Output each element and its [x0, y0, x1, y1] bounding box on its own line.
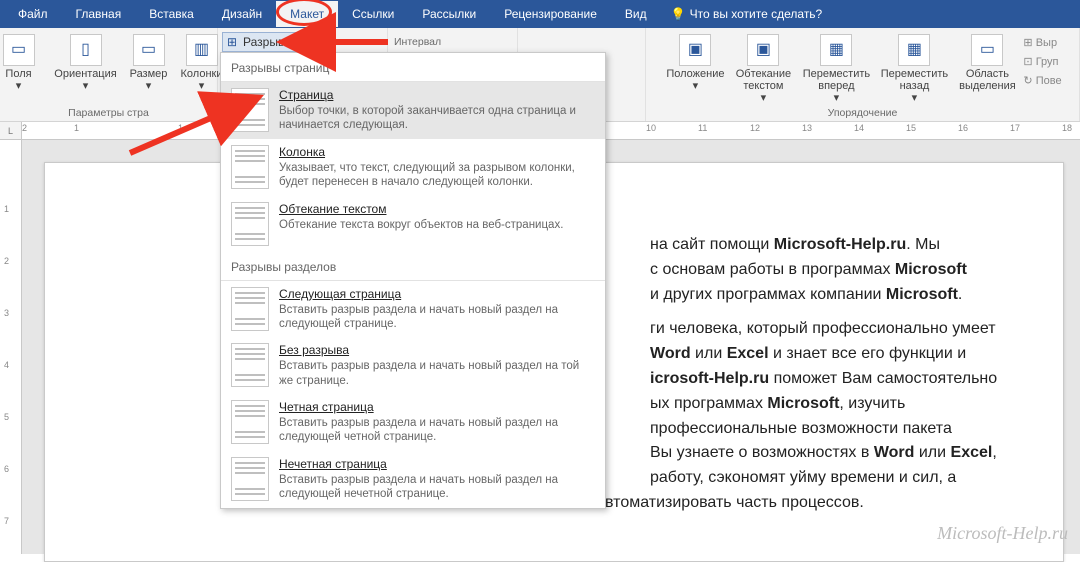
txt: профессиональные возможности пакета	[650, 420, 952, 437]
d: Обтекание текста вокруг объектов на веб-…	[279, 218, 563, 232]
tab-view[interactable]: Вид	[611, 1, 661, 27]
t: Четная страница	[279, 400, 595, 414]
lbl: Обтекание текстом	[731, 68, 795, 92]
tab-file[interactable]: Файл	[4, 1, 62, 27]
txt: Microsoft-Help.ru	[774, 236, 906, 253]
tell-me-label: Что вы хотите сделать?	[690, 7, 823, 21]
group-button[interactable]: ⊡ Груп	[1023, 55, 1061, 68]
chevron-down-icon: ▾	[297, 35, 303, 49]
tab-layout[interactable]: Макет	[276, 1, 338, 27]
txt: работу, сэкономят уйму времени и сил, а	[650, 469, 956, 486]
lbl: Переместить назад	[877, 68, 951, 92]
dropdown-heading-section: Разрывы разделов	[221, 252, 605, 278]
arrange-group-label: Упорядочение	[828, 107, 898, 119]
txt: Excel	[951, 444, 993, 461]
t: Колонка	[279, 145, 595, 159]
align-button[interactable]: ⊞ Выр	[1023, 36, 1061, 49]
txt: Microsoft	[767, 395, 839, 412]
section-icon	[231, 400, 269, 444]
rotate-button[interactable]: ↻ Пове	[1023, 74, 1061, 87]
break-page[interactable]: Страница Выбор точки, в которой заканчива…	[221, 82, 605, 139]
lightbulb-icon: 💡	[671, 7, 686, 21]
break-column[interactable]: Колонка Указывает, что текст, следующий з…	[221, 139, 605, 196]
ribbon-tabs: Файл Главная Вставка Дизайн Макет Ссылки…	[0, 0, 1080, 28]
txt: поможет Вам самостоятельно	[769, 370, 997, 387]
tab-mailings[interactable]: Рассылки	[408, 1, 490, 27]
section-icon	[231, 343, 269, 387]
txt: Microsoft	[886, 286, 958, 303]
lbl: Область выделения	[955, 68, 1019, 92]
t: Обтекание текстом	[279, 202, 563, 216]
spacing-group-label: Интервал	[394, 36, 441, 48]
t: Страница	[279, 88, 595, 102]
lbl: Поля	[5, 68, 31, 80]
annotation-arrow-1	[318, 30, 388, 59]
t: Следующая страница	[279, 287, 595, 301]
txt: ги человека, который профессионально уме…	[650, 320, 996, 337]
lbl: Колонки	[181, 68, 223, 80]
wrap-text-button[interactable]: ▣Обтекание текстом▾	[731, 32, 795, 104]
t: Без разрыва	[279, 343, 595, 357]
d: Указывает, что текст, следующий за разры…	[279, 161, 595, 190]
t: Нечетная страница	[279, 457, 595, 471]
orientation-button[interactable]: ▯Ориентация▾	[51, 32, 121, 92]
vertical-ruler[interactable]: 1234567	[0, 122, 22, 554]
txt: и знает все его функции и	[769, 345, 967, 362]
section-odd-page[interactable]: Нечетная страница Вставить разрыв раздела…	[221, 451, 605, 508]
d: Вставить разрыв раздела и начать новый р…	[279, 303, 595, 332]
wrap-break-icon	[231, 202, 269, 246]
txt: и других программах компании	[650, 286, 886, 303]
size-button[interactable]: ▭Размер▾	[125, 32, 173, 92]
txt: Word	[650, 345, 691, 362]
section-icon	[231, 287, 269, 331]
section-continuous[interactable]: Без разрыва Вставить разрыв раздела и нач…	[221, 337, 605, 394]
watermark: Microsoft-Help.ru	[937, 523, 1068, 544]
ruler-corner: L	[0, 122, 22, 140]
tell-me[interactable]: 💡 Что вы хотите сделать?	[671, 7, 823, 21]
breaks-button-label: Разрывы	[243, 35, 293, 49]
tab-insert[interactable]: Вставка	[135, 1, 208, 27]
position-button[interactable]: ▣Положение▾	[663, 32, 727, 104]
annotation-arrow-2	[130, 108, 230, 163]
section-icon	[231, 457, 269, 501]
lbl: Переместить вперед	[799, 68, 873, 92]
txt: или	[914, 444, 950, 461]
tab-home[interactable]: Главная	[62, 1, 136, 27]
breaks-dropdown: Разрывы страниц Страница Выбор точки, в к…	[220, 52, 606, 509]
d: Вставить разрыв раздела и начать новый р…	[279, 473, 595, 502]
txt: или	[691, 345, 727, 362]
txt: Вы узнаете о возможностях в	[650, 444, 874, 461]
lbl: Размер	[130, 68, 168, 80]
section-even-page[interactable]: Четная страница Вставить разрыв раздела и…	[221, 394, 605, 451]
txt: Microsoft	[895, 261, 967, 278]
d: Вставить разрыв раздела и начать новый р…	[279, 416, 595, 445]
tab-references[interactable]: Ссылки	[338, 1, 408, 27]
tab-design[interactable]: Дизайн	[208, 1, 276, 27]
d: Выбор точки, в которой заканчивается одн…	[279, 104, 595, 133]
tab-review[interactable]: Рецензирование	[490, 1, 611, 27]
txt: .	[958, 286, 962, 303]
column-break-icon	[231, 145, 269, 189]
txt: , изучить	[839, 395, 905, 412]
dropdown-heading-page: Разрывы страниц	[221, 53, 605, 79]
lbl: Ориентация	[54, 68, 116, 80]
txt: на сайт помощи	[650, 236, 774, 253]
txt: Excel	[727, 345, 769, 362]
lbl: Положение	[666, 68, 724, 80]
txt: . Мы	[906, 236, 940, 253]
selection-pane-button[interactable]: ▭Область выделения	[955, 32, 1019, 104]
page-break-icon	[231, 88, 269, 132]
txt: icrosoft-Help.ru	[650, 370, 769, 387]
send-backward-button[interactable]: ▦Переместить назад▾	[877, 32, 951, 104]
breaks-button[interactable]: Разрывы ▾	[222, 32, 312, 52]
txt: Word	[874, 444, 915, 461]
d: Вставить разрыв раздела и начать новый р…	[279, 359, 595, 388]
txt: с основам работы в программах	[650, 261, 895, 278]
section-next-page[interactable]: Следующая страница Вставить разрыв раздел…	[221, 281, 605, 338]
txt: ,	[992, 444, 996, 461]
txt: ых программах	[650, 395, 767, 412]
break-text-wrapping[interactable]: Обтекание текстом Обтекание текста вокруг…	[221, 196, 605, 252]
bring-forward-button[interactable]: ▦Переместить вперед▾	[799, 32, 873, 104]
margins-button[interactable]: ▭Поля▾	[0, 32, 47, 92]
